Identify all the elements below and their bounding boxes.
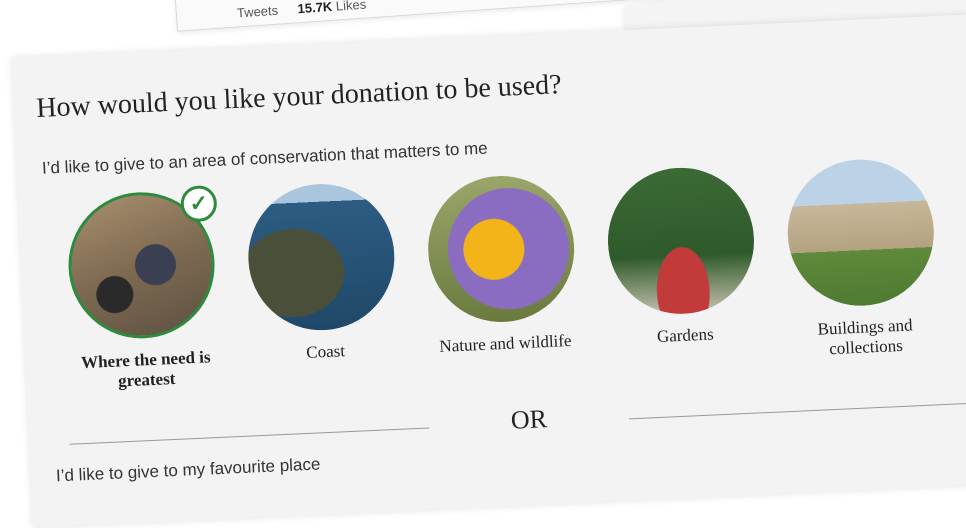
option-where-need-greatest[interactable]: ✓ Where the need is greatest bbox=[58, 184, 227, 394]
divider-line-right bbox=[628, 402, 966, 420]
option-nature-wildlife[interactable]: Nature and wildlife bbox=[418, 172, 586, 357]
or-text: OR bbox=[510, 404, 548, 435]
background-tweet-card: Tweets 15.7K Likes bbox=[170, 0, 698, 32]
likes-label: Likes bbox=[335, 0, 367, 14]
likes-count: 15.7K bbox=[297, 0, 333, 17]
option-label: Gardens bbox=[656, 324, 714, 347]
divider-line-left bbox=[69, 427, 430, 445]
retweets-label: Tweets bbox=[236, 2, 279, 21]
option-image-bee bbox=[424, 172, 578, 326]
option-label: Coast bbox=[305, 341, 346, 362]
donation-title: How would you like your donation to be u… bbox=[35, 69, 563, 124]
option-gardens[interactable]: Gardens bbox=[598, 164, 766, 349]
option-label: Nature and wildlife bbox=[438, 330, 572, 356]
check-icon: ✓ bbox=[180, 184, 218, 223]
option-coast[interactable]: Coast bbox=[238, 180, 406, 366]
option-image-gardens bbox=[604, 164, 758, 318]
donation-card: How would you like your donation to be u… bbox=[12, 14, 966, 528]
option-label: Buildings and collections bbox=[817, 315, 913, 359]
conservation-area-prompt: I’d like to give to an area of conservat… bbox=[41, 138, 489, 178]
conservation-options: ✓ Where the need is greatest Coast Natur… bbox=[58, 156, 947, 416]
option-image-house bbox=[784, 156, 938, 309]
option-image-coast bbox=[245, 180, 398, 334]
option-buildings-collections[interactable]: Buildings and collections bbox=[778, 156, 947, 361]
option-label: Where the need is greatest bbox=[80, 347, 211, 391]
tweet-stats: Tweets 15.7K Likes bbox=[236, 0, 366, 21]
